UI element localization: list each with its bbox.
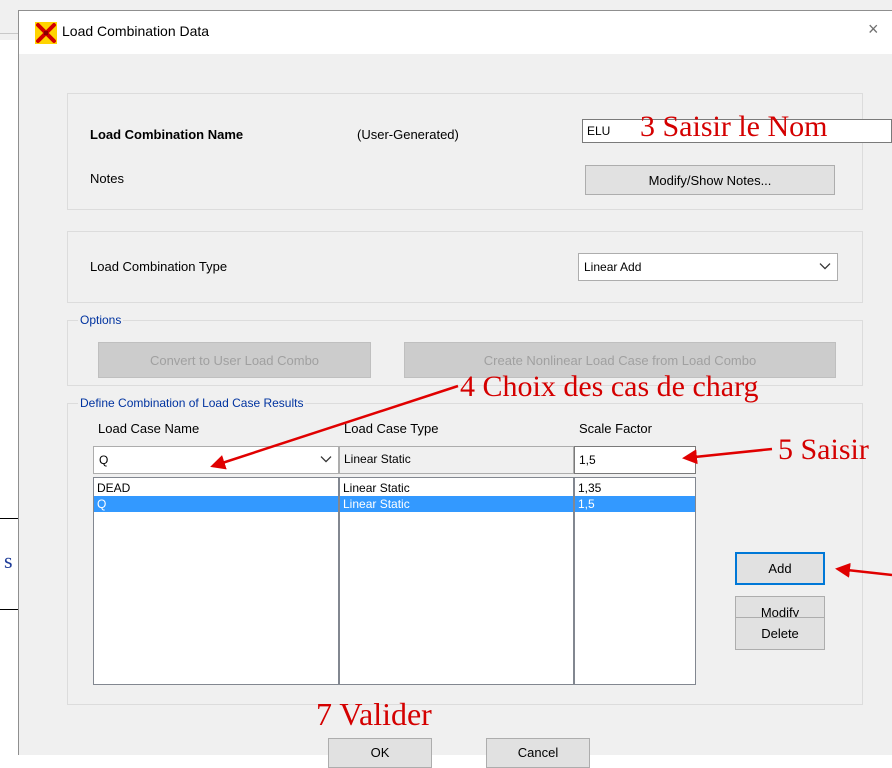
chevron-down-icon [320,456,332,463]
combo-name-value: ELU [587,124,611,138]
combo-type-select[interactable]: Linear Add [578,253,838,281]
notes-label: Notes [90,171,124,186]
list-item-selected[interactable]: Q [94,496,338,512]
annotation-step-7: 7 Valider [316,696,432,732]
list-item[interactable]: DEAD [94,480,338,496]
convert-user-combo-button[interactable]: Convert to User Load Combo [98,342,371,378]
load-case-name-value: Q [99,453,109,467]
list-item[interactable]: 1,35 [575,480,695,496]
modify-show-notes-button[interactable]: Modify/Show Notes... [585,165,835,195]
combo-type-label: Load Combination Type [90,259,228,274]
sap-app-icon [35,22,57,44]
load-case-type-field: Linear Static [339,446,574,474]
scale-factor-input[interactable]: 1,5 [574,446,696,474]
ok-button[interactable]: OK [328,738,432,768]
background-annotation-text: s [4,548,13,573]
combo-name-label: Load Combination Name [90,127,244,142]
annotation-step-3: 3 Saisir le Nom [640,110,828,143]
list-item-selected[interactable]: Linear Static [340,496,573,512]
scale-factor-list[interactable]: 1,35 1,5 [574,477,696,685]
options-legend: Options [78,313,124,327]
load-case-name-select[interactable]: Q [93,446,339,474]
cancel-button[interactable]: Cancel [486,738,590,768]
chevron-down-icon [819,263,831,270]
close-icon[interactable]: × [868,19,879,40]
header-load-case-type: Load Case Type [344,421,439,436]
annotation-step-5: 5 Saisir [778,433,869,466]
list-item-selected[interactable]: 1,5 [575,496,695,512]
annotation-step-4: 4 Choix des cas de charg [460,370,759,403]
delete-button[interactable]: Delete [735,617,825,650]
combo-name-qualifier: (User-Generated) [357,127,459,142]
scale-factor-value: 1,5 [579,453,596,467]
add-button[interactable]: Add [735,552,825,585]
header-load-case-name: Load Case Name [98,421,200,436]
window-title: Load Combination Data [62,23,210,39]
load-case-name-list[interactable]: DEAD Q [93,477,339,685]
combo-type-value: Linear Add [584,260,642,274]
header-scale-factor: Scale Factor [579,421,652,436]
load-case-type-list[interactable]: Linear Static Linear Static [339,477,574,685]
define-combination-legend: Define Combination of Load Case Results [78,396,306,410]
list-item[interactable]: Linear Static [340,480,573,496]
